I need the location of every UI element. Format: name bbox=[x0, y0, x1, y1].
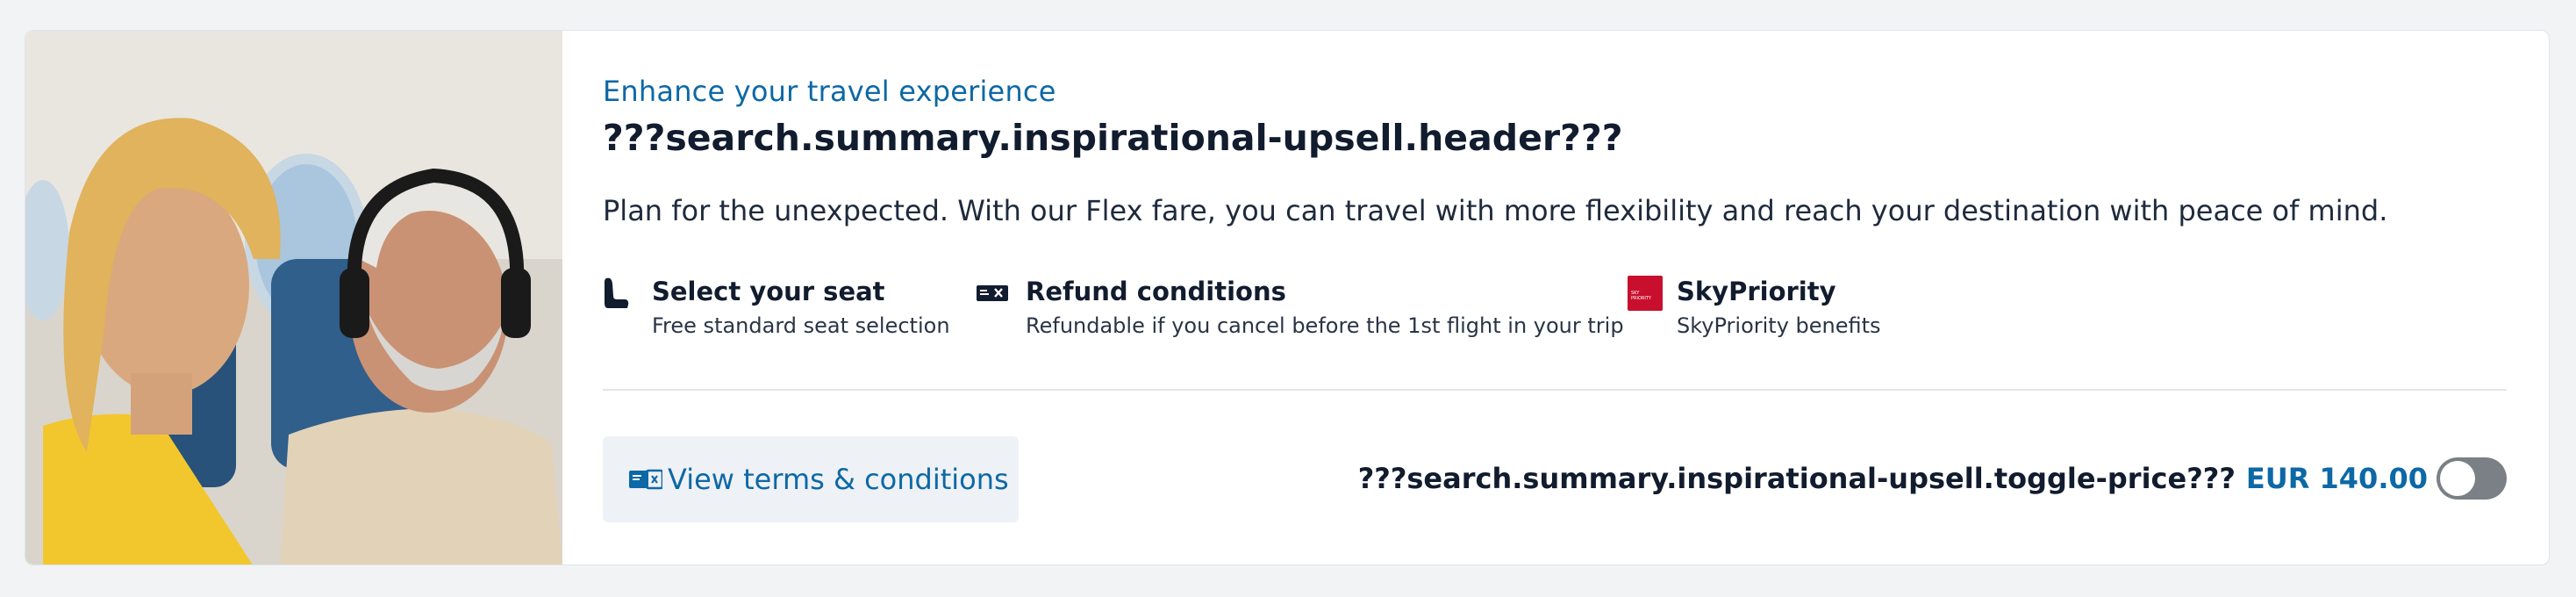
benefit-title: Select your seat bbox=[652, 277, 885, 306]
flex-fare-toggle-row: ???search.summary.inspirational-upsell.t… bbox=[1358, 456, 2507, 501]
benefit-subtitle: Refundable if you cancel before the 1st … bbox=[1026, 313, 1624, 338]
benefit-seat: Select your seat Free standard seat sele… bbox=[603, 275, 950, 343]
flex-fare-toggle[interactable] bbox=[2436, 457, 2507, 500]
benefit-refund: Refund conditions Refundable if you canc… bbox=[977, 275, 1624, 343]
view-terms-button[interactable]: View terms & conditions bbox=[603, 436, 1019, 522]
benefit-title: Refund conditions bbox=[1026, 277, 1286, 306]
view-terms-label: View terms & conditions bbox=[668, 463, 1009, 496]
svg-text:PRIORITY: PRIORITY bbox=[1631, 296, 1652, 301]
terms-ticket-icon bbox=[629, 467, 664, 492]
travel-photo bbox=[25, 31, 562, 565]
benefit-skypriority: SKY PRIORITY SkyPriority SkyPriority ben… bbox=[1628, 275, 1881, 343]
upsell-content: Enhance your travel experience ???search… bbox=[603, 31, 2507, 565]
upsell-title: ???search.summary.inspirational-upsell.h… bbox=[603, 117, 1623, 159]
benefit-subtitle: SkyPriority benefits bbox=[1677, 313, 1881, 338]
upsell-description: Plan for the unexpected. With our Flex f… bbox=[603, 194, 2388, 227]
upsell-card: Enhance your travel experience ???search… bbox=[25, 30, 2550, 565]
toggle-knob bbox=[2440, 461, 2475, 496]
ticket-cancel-icon bbox=[977, 275, 1013, 312]
seat-icon bbox=[603, 275, 640, 312]
toggle-price-label: ???search.summary.inspirational-upsell.t… bbox=[1357, 462, 2236, 495]
benefit-subtitle: Free standard seat selection bbox=[652, 313, 950, 338]
benefit-title: SkyPriority bbox=[1677, 277, 1836, 306]
divider bbox=[603, 389, 2507, 391]
benefits-list: Select your seat Free standard seat sele… bbox=[603, 275, 2507, 354]
toggle-price-value: EUR 140.00 bbox=[2245, 462, 2428, 495]
upsell-kicker: Enhance your travel experience bbox=[603, 75, 1056, 108]
skypriority-logo: SKY PRIORITY bbox=[1628, 275, 1664, 312]
